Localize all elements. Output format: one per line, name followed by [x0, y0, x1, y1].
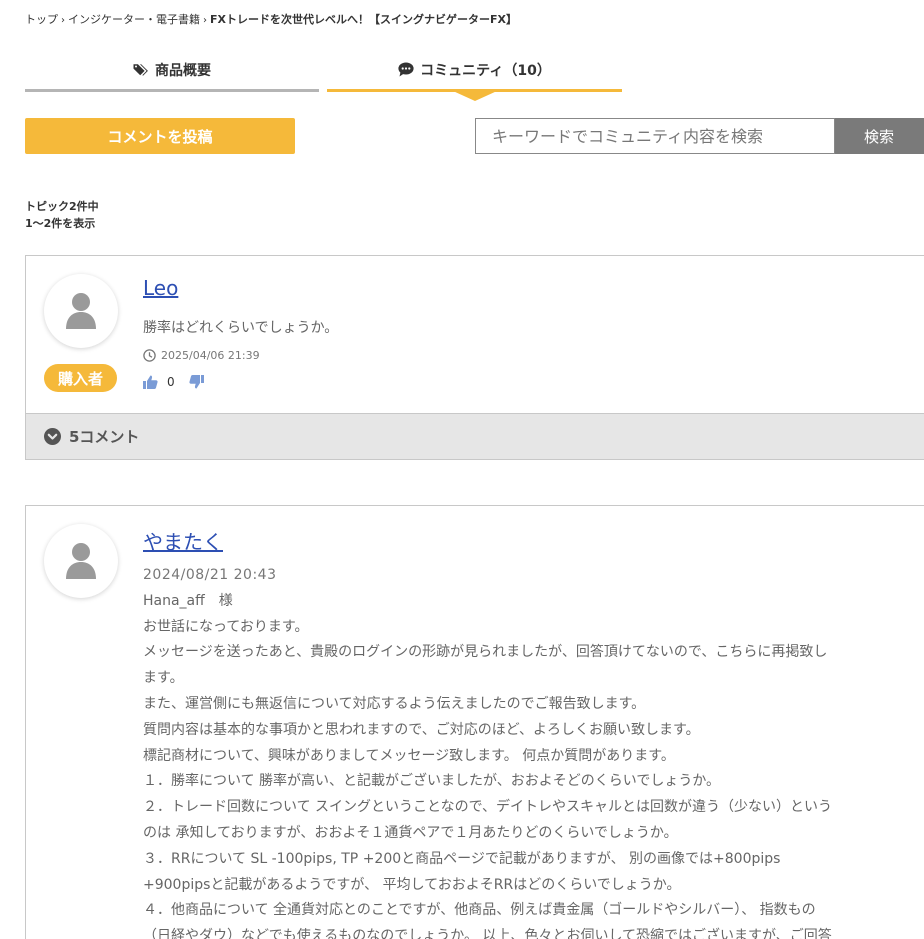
message-line: ３．RRについて SL -100pips, TP +200と商品ページで記載があ… — [143, 850, 781, 867]
tab-label: 商品概要 — [155, 62, 211, 79]
breadcrumb-separator: › — [203, 15, 207, 26]
breadcrumb-home-link[interactable]: トップ — [25, 13, 58, 26]
message-line: また、運営側にも無返信について対応するよう伝えましたのでご報告致します。 — [143, 695, 646, 712]
post-date: 2025/04/06 21:39 — [143, 349, 260, 362]
active-tab-pointer — [453, 91, 497, 101]
tab-label: コミュニティ（10） — [420, 62, 551, 79]
topic-card: 購入者 Leo 勝率はどれくらいでしょうか。 2025/04/06 21:39 … — [25, 255, 924, 460]
message-line: （日経やダウ）などでも使えるものなのでしょうか。 以上、色々とお伺いして恐縮では… — [143, 928, 832, 939]
topic-message: 2024/08/21 20:43 Hana_aff 様 お世話になっております。… — [143, 563, 903, 939]
tab-community[interactable]: コミュニティ（10） — [327, 50, 622, 92]
comments-count: 5コメント — [69, 428, 140, 446]
tag-icon — [133, 63, 149, 77]
message-line: 質問内容は基本的な事項かと思われますので、ご対応のほど、よろしくお願い致します。 — [143, 721, 700, 738]
vote-row: 0 — [143, 375, 204, 389]
topic-count: トピック2件中 1〜2件を表示 — [25, 198, 99, 232]
avatar[interactable] — [44, 274, 118, 348]
topic-count-total: トピック2件中 — [25, 200, 99, 213]
comments-toggle[interactable]: 5コメント — [26, 413, 924, 459]
user-silhouette-icon — [66, 293, 96, 329]
message-line: 標記商材について、興味がありましてメッセージ致します。 何点か質問があります。 — [143, 747, 675, 764]
message-line: お世話になっております。 — [143, 618, 309, 635]
message-line: +900pipsと記載があるようですが、 平均しておおよそRRはどのくらいでしょ… — [143, 876, 681, 893]
tab-product-overview[interactable]: 商品概要 — [25, 50, 319, 92]
username-link[interactable]: やまたく — [143, 526, 223, 555]
tab-bar: 商品概要 コミュニティ（10） — [25, 50, 622, 92]
search-button[interactable]: 検索 — [835, 118, 924, 154]
clock-icon — [143, 349, 156, 362]
message-line: ４．他商品について 全通貨対応とのことですが、他商品、例えば貴金属（ゴールドやシ… — [143, 902, 816, 919]
thumbs-up-icon[interactable] — [143, 375, 158, 389]
topic-count-range: 1〜2件を表示 — [25, 217, 96, 230]
message-line: ます。 — [143, 670, 184, 687]
search-input[interactable] — [475, 118, 835, 154]
chevron-down-circle-icon — [44, 428, 61, 445]
message-line: メッセージを送ったあと、貴殿のログインの形跡が見られましたが、回答頂けてないので… — [143, 644, 828, 661]
chat-icon — [398, 62, 414, 77]
message-line: ２．トレード回数について スイングということなので、デイトレやスキャルとは回数が… — [143, 799, 833, 816]
message-line: １．勝率について 勝率が高い、と記載がございましたが、おおよそどのくらいでしょう… — [143, 773, 721, 790]
post-date-text: 2025/04/06 21:39 — [161, 349, 260, 362]
message-line: のは 承知しておりますが、おおよそ１通貨ペアで１月あたりどのくらいでしょうか。 — [143, 824, 678, 841]
message-line: Hana_aff 様 — [143, 592, 233, 609]
breadcrumb: トップ › インジケーター・電子書籍 › FXトレードを次世代レベルへ！【スイングナビゲ… — [25, 11, 517, 27]
topic-text: 勝率はどれくらいでしょうか。 — [143, 320, 339, 336]
post-comment-button[interactable]: コメントを投稿 — [25, 118, 295, 154]
breadcrumb-separator: › — [61, 15, 65, 26]
avatar[interactable] — [44, 524, 118, 598]
user-silhouette-icon — [66, 543, 96, 579]
breadcrumb-category-link[interactable]: インジケーター・電子書籍 — [68, 13, 200, 26]
topic-card: やまたく 2024/08/21 20:43 Hana_aff 様 お世話になって… — [25, 505, 924, 939]
like-count: 0 — [167, 375, 175, 389]
buyer-badge: 購入者 — [44, 364, 117, 392]
breadcrumb-current: FXトレードを次世代レベルへ！【スイングナビゲーターFX】 — [210, 13, 517, 26]
post-date-text: 2024/08/21 20:43 — [143, 567, 277, 583]
username-link[interactable]: Leo — [143, 276, 178, 300]
thumbs-down-icon[interactable] — [189, 375, 204, 389]
